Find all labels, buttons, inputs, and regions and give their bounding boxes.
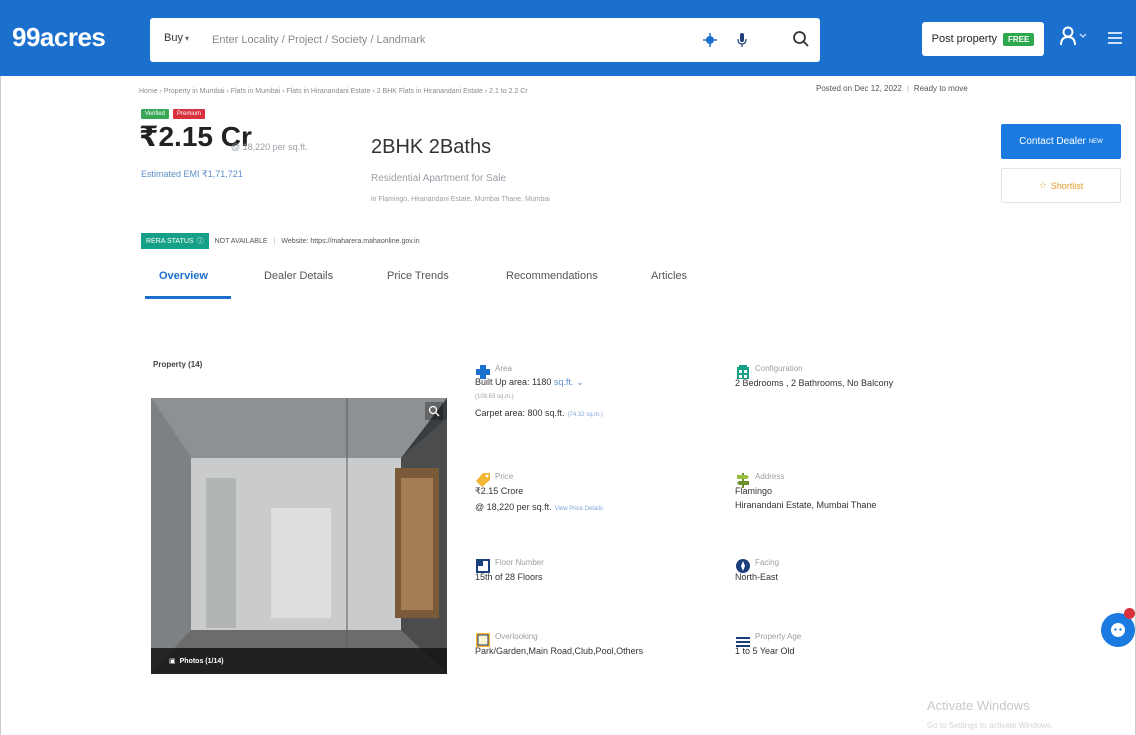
posted-info: Posted on Dec 12, 2022 | Ready to move	[816, 84, 968, 93]
divider: |	[273, 237, 276, 245]
detail-price: Price ₹2.15 Crore @ 18,220 per sq.ft. Vie…	[475, 472, 705, 522]
price-value: ₹2.15 Crore	[475, 486, 524, 496]
locate-me-icon[interactable]	[702, 32, 718, 48]
property-detail-page: Home › Property in Mumbai › Flats in Mum…	[0, 76, 1136, 735]
search-icon[interactable]	[790, 28, 812, 50]
listing-title: 2BHK 2Baths	[371, 136, 492, 158]
chevron-down-icon: ⌄	[575, 377, 584, 387]
photo-count-caption[interactable]: ▣ Photos (1/14)	[151, 648, 447, 674]
photo-count-label: Photos (1/14)	[179, 657, 224, 665]
info-icon: ⓘ	[196, 238, 204, 245]
brand-logo[interactable]: 99acres	[12, 22, 106, 53]
area-unit-label: sq.ft.	[553, 377, 574, 387]
built-up-area-value: Built Up area: 1180	[475, 377, 552, 387]
facing-label: Facing	[755, 558, 780, 567]
notification-dot	[1124, 608, 1135, 619]
rera-badge-label: RERA STATUS	[146, 237, 194, 245]
chevron-down-icon: ▾	[184, 34, 189, 43]
user-menu[interactable]	[1060, 26, 1090, 51]
user-icon	[1060, 26, 1087, 46]
detail-configuration: Configuration 2 Bedrooms , 2 Bathrooms, …	[735, 364, 995, 398]
posted-date: Posted on Dec 12, 2022	[816, 84, 902, 93]
search-input[interactable]	[212, 28, 692, 52]
property-photo[interactable]: ▣ Photos (1/14)	[151, 398, 447, 674]
divider: |	[906, 84, 909, 93]
free-badge: FREE	[1003, 32, 1035, 46]
configuration-label: Configuration	[755, 364, 803, 373]
shortlist-button[interactable]: ☆ Shortlist	[1001, 168, 1121, 203]
price-per-sqft-detail: @ 18,220 per sq.ft. View Price Details	[475, 502, 603, 512]
address-line-1: Flamingo	[735, 486, 773, 496]
address-label: Address	[755, 472, 785, 481]
buy-dropdown[interactable]: Buy ▾	[164, 32, 189, 44]
area-unit-dropdown[interactable]: sq.ft. ⌄	[554, 377, 584, 387]
section-tabs: Overview Dealer Details Price Trends Rec…	[141, 264, 721, 300]
detail-area: Area Built Up area: 1180 sq.ft. ⌄ (109.6…	[475, 364, 705, 434]
star-icon: ☆	[1038, 180, 1047, 190]
rera-status-value: NOT AVAILABLE	[214, 237, 268, 245]
carpet-area-sqm: (74.32 sq.m.)	[567, 412, 603, 418]
price-per-sqft-value: @ 18,220 per sq.ft.	[475, 502, 552, 512]
listing-subtitle: Residential Apartment for Sale	[371, 173, 507, 184]
breadcrumb[interactable]: Home › Property in Mumbai › Flats in Mum…	[139, 88, 528, 95]
contact-dealer-button[interactable]: Contact Dealer NEW	[1001, 124, 1121, 159]
possession-status: Ready to move	[913, 84, 968, 93]
tab-overview[interactable]: Overview	[159, 270, 208, 282]
new-tag: NEW	[1088, 138, 1103, 145]
detail-address: Address Flamingo Hiranandani Estate, Mum…	[735, 472, 995, 522]
shortlist-label: Shortlist	[1050, 180, 1084, 191]
hamburger-menu-icon[interactable]	[1108, 32, 1122, 47]
carpet-area: Carpet area: 800 sq.ft. (74.32 sq.m.)	[475, 408, 603, 418]
gallery-label: Property (14)	[153, 360, 203, 369]
detail-facing: Facing North-East	[735, 558, 995, 592]
listing-location: in Flamingo, Hiranandani Estate, Mumbai …	[371, 196, 550, 203]
chat-icon	[1111, 623, 1125, 637]
contact-dealer-label: Contact Dealer	[1019, 136, 1086, 147]
floor-label: Floor Number	[495, 558, 544, 567]
price-label: Price	[495, 472, 514, 481]
search-bar: Buy ▾	[150, 18, 820, 62]
post-property-button[interactable]: Post property FREE	[922, 22, 1044, 56]
area-label: Area	[495, 364, 512, 373]
carpet-area-value: Carpet area: 800 sq.ft.	[475, 408, 565, 418]
facing-value: North-East	[735, 572, 779, 582]
top-navbar: 99acres Buy▾ Post property FREE	[0, 0, 1136, 76]
rera-status-badge[interactable]: RERA STATUS ⓘ	[141, 233, 209, 249]
rera-status-row: RERA STATUS ⓘ NOT AVAILABLE | Website: h…	[141, 233, 420, 249]
detail-property-age: Property Age 1 to 5 Year Old	[735, 632, 995, 666]
built-up-area: Built Up area: 1180 sq.ft. ⌄	[475, 377, 583, 388]
verified-badge: Verified	[141, 109, 170, 119]
overlooking-label: Overlooking	[495, 632, 538, 641]
built-up-area-sqm: (109.63 sq.m.)	[475, 394, 514, 400]
tab-price-trends[interactable]: Price Trends	[387, 270, 449, 282]
buy-dropdown-label: Buy	[164, 32, 183, 44]
address-line-2: Hiranandani Estate, Mumbai Thane	[735, 500, 877, 510]
tab-dealer-details[interactable]: Dealer Details	[264, 270, 333, 282]
view-price-details-link[interactable]: View Price Details	[555, 506, 603, 512]
price-per-sqft: @ 18,220 per sq.ft.	[231, 142, 308, 152]
detail-overlooking: Overlooking Park/Garden,Main Road,Club,P…	[475, 632, 715, 666]
tab-articles[interactable]: Articles	[651, 270, 687, 282]
property-age-label: Property Age	[755, 632, 802, 641]
configuration-value: 2 Bedrooms , 2 Bathrooms, No Balcony	[735, 378, 894, 388]
active-tab-indicator	[145, 296, 231, 299]
zoom-icon[interactable]	[425, 402, 443, 420]
premium-badge: Premium	[173, 109, 206, 119]
gallery-icon: ▣	[169, 658, 176, 665]
rera-website[interactable]: Website: https://maharera.mahaonline.gov…	[281, 238, 419, 245]
microphone-icon[interactable]	[734, 32, 750, 48]
detail-floor: Floor Number 15th of 28 Floors	[475, 558, 705, 592]
property-age-value: 1 to 5 Year Old	[735, 646, 795, 656]
activate-windows-subtitle: Go to Settings to activate Windows.	[927, 721, 1054, 730]
post-property-label: Post property	[931, 33, 998, 45]
listing-badges: Verified Premium	[141, 109, 206, 119]
floor-value: 15th of 28 Floors	[475, 572, 543, 582]
estimated-emi-link[interactable]: Estimated EMI ₹1,71,721	[141, 169, 243, 180]
room-photo-illustration	[151, 398, 447, 674]
activate-windows-title: Activate Windows	[927, 698, 1030, 713]
overlooking-value: Park/Garden,Main Road,Club,Pool,Others	[475, 646, 644, 656]
tab-recommendations[interactable]: Recommendations	[506, 270, 598, 282]
